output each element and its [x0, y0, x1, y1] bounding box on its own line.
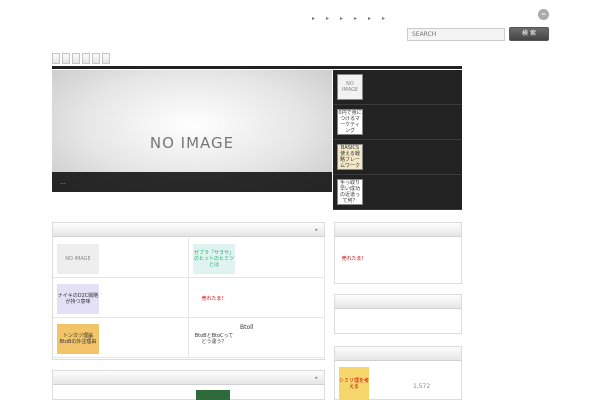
category-tabs	[52, 53, 110, 64]
post-thumb: トンカツ理論 BtoBの外注理由	[57, 324, 99, 354]
slider-item[interactable]: 手っ取り早い成功の近道って何？	[333, 175, 462, 210]
hero-caption[interactable]: ...	[52, 172, 332, 192]
post-thumb: BtoBとBtoCってどう違う？	[193, 324, 235, 354]
post-thumb: 売れたま！	[193, 284, 235, 314]
post-card[interactable]: 売れたま！	[189, 278, 325, 318]
slider-list: NO IMAGE 0円で身につけるマーケティング BASICS 使える戦略フレー…	[333, 70, 462, 210]
search-input[interactable]	[407, 28, 505, 41]
category-tab[interactable]	[92, 53, 100, 64]
search-button[interactable]: 検 索	[509, 27, 549, 41]
slider-item[interactable]: BASICS 使える戦略フレームワーク	[333, 140, 462, 175]
second-section-thumb	[196, 390, 230, 400]
new-posts-panel: NO IMAGE ゼブラ「サラサ」のヒットのヒミツとは ナイキのD2C戦略が持つ…	[52, 222, 325, 360]
sidebar-box-header	[335, 223, 461, 237]
hero-slide[interactable]: NO IMAGE ...	[52, 70, 332, 192]
slider-item[interactable]: 0円で身につけるマーケティング	[333, 105, 462, 140]
post-thumb: ナイキのD2C戦略が持つ意味	[57, 284, 99, 314]
post-card[interactable]: NO IMAGE	[53, 238, 189, 278]
top-nav	[310, 10, 394, 22]
post-thumb: NO IMAGE	[57, 244, 99, 274]
sidebar-box-popular: シミリ理を考える 1,572	[334, 346, 462, 400]
second-section-more-link[interactable]	[315, 375, 318, 381]
post-thumb: ゼブラ「サラサ」のヒットのヒミツとは	[193, 244, 235, 274]
slider-thumb: 0円で身につけるマーケティング	[337, 109, 363, 135]
slider-item[interactable]: NO IMAGE	[333, 70, 462, 105]
second-section-panel	[52, 370, 325, 400]
post-card[interactable]: BtoBとBtoCってどう違う？ Btoll	[189, 318, 325, 358]
post-title[interactable]: Btoll	[240, 324, 322, 332]
slider-thumb: BASICS 使える戦略フレームワーク	[337, 144, 363, 170]
post-card[interactable]: トンカツ理論 BtoBの外注理由	[53, 318, 189, 358]
rss-icon[interactable]: ≈	[538, 9, 549, 20]
category-tab[interactable]	[62, 53, 70, 64]
tabs-divider	[52, 66, 462, 69]
sidebar-thumb: シミリ理を考える	[339, 367, 369, 400]
sidebar-count: 1,572	[413, 383, 431, 390]
category-tab[interactable]	[52, 53, 60, 64]
new-posts-header	[53, 223, 324, 237]
sidebar-box-info	[334, 294, 462, 334]
post-card[interactable]: ナイキのD2C戦略が持つ意味	[53, 278, 189, 318]
sidebar-box-ranking: 売れたま！	[334, 222, 462, 284]
post-card[interactable]: ゼブラ「サラサ」のヒットのヒミツとは	[189, 238, 325, 278]
category-tab[interactable]	[102, 53, 110, 64]
slider-thumb: 手っ取り早い成功の近道って何？	[337, 179, 363, 205]
hero-placeholder: NO IMAGE	[149, 134, 235, 152]
sidebar-thumb: 売れたま！	[339, 243, 369, 273]
category-tab[interactable]	[72, 53, 80, 64]
slider-thumb: NO IMAGE	[337, 74, 363, 100]
new-posts-more-link[interactable]	[315, 227, 318, 233]
hero-caption-more: ...	[60, 179, 66, 186]
sidebar-box-header	[335, 295, 461, 309]
second-section-header	[53, 371, 324, 385]
category-tab[interactable]	[82, 53, 90, 64]
sidebar-box-header	[335, 347, 461, 361]
